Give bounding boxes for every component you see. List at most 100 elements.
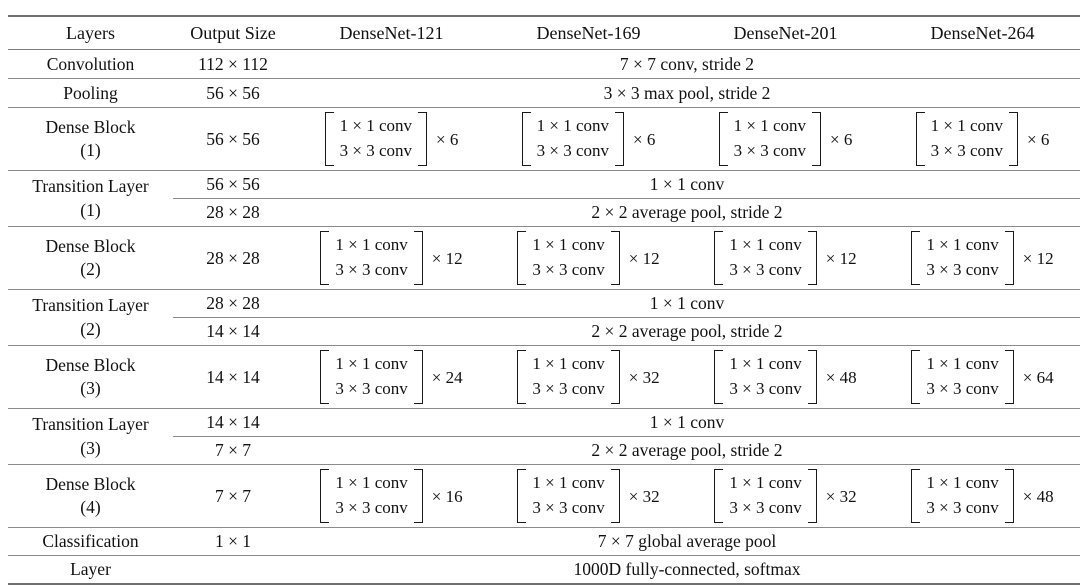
cell-layer-transition-3: Transition Layer (3): [8, 409, 173, 465]
cell-layer-dense-block-2: Dense Block (2): [8, 227, 173, 290]
dense-block-2-index: (2): [80, 259, 101, 279]
header-densenet-169: DenseNet-169: [536, 23, 641, 43]
cell-output-classification-b: [173, 556, 293, 585]
bracket-left-icon: [718, 112, 728, 166]
conv-bracket-matrix: 1 × 1 conv 3 × 3 conv: [714, 469, 817, 523]
transition-2-title: Transition Layer: [32, 295, 149, 316]
cell-layer-transition-1: Transition Layer (1): [8, 171, 173, 227]
cell-dense-block-1-densenet-121: 1 × 1 conv 3 × 3 conv × 6: [293, 108, 490, 171]
bracket-left-icon: [714, 350, 724, 404]
transition-1-title: Transition Layer: [32, 176, 149, 197]
cell-dense-block-2-densenet-264: 1 × 1 conv 3 × 3 conv × 12: [884, 227, 1080, 290]
cell-spec-classification-b: 1000D fully-connected, softmax: [573, 559, 801, 579]
repeat-multiplier: × 32: [628, 486, 660, 506]
header-layers: Layers: [66, 23, 115, 43]
conv-spec-line1: 1 × 1 conv: [339, 116, 413, 136]
conv-spec-line2: 3 × 3 conv: [335, 379, 408, 398]
dense-block-3-title: Dense Block: [45, 354, 136, 375]
bracket-left-icon: [320, 469, 330, 523]
architecture-table: Layers Output Size DenseNet-121 DenseNet…: [8, 15, 1080, 585]
cell-dense-block-1-densenet-264: 1 × 1 conv 3 × 3 conv × 6: [884, 108, 1080, 171]
transition-2-index: (2): [80, 318, 101, 339]
bracket-left-icon: [517, 469, 527, 523]
conv-spec-line2: 3 × 3 conv: [339, 141, 413, 160]
bracket-left-icon: [911, 350, 921, 404]
conv-spec-line1: 1 × 1 conv: [733, 116, 807, 136]
repeat-multiplier: × 6: [436, 129, 459, 149]
cell-dense-block-4-densenet-169: 1 × 1 conv 3 × 3 conv × 32: [490, 465, 687, 528]
cell-output-transition-1-b: 28 × 28: [206, 202, 260, 222]
conv-spec-line1: 1 × 1 conv: [335, 473, 408, 493]
cell-dense-block-3-densenet-201: 1 × 1 conv 3 × 3 conv × 48: [687, 346, 884, 409]
conv-bracket-matrix: 1 × 1 conv 3 × 3 conv: [915, 112, 1019, 166]
bracket-right-icon: [1004, 231, 1014, 285]
conv-bracket-matrix: 1 × 1 conv 3 × 3 conv: [517, 231, 620, 285]
header-densenet-121: DenseNet-121: [339, 23, 444, 43]
bracket-right-icon: [413, 231, 423, 285]
dense-block-1-title: Dense Block: [45, 116, 136, 137]
conv-spec-line2: 3 × 3 conv: [729, 498, 802, 517]
conv-spec-line2: 3 × 3 conv: [733, 141, 807, 160]
conv-spec-line1: 1 × 1 conv: [729, 354, 802, 374]
header-output-size: Output Size: [190, 23, 276, 43]
conv-bracket-matrix: 1 × 1 conv 3 × 3 conv: [911, 350, 1014, 404]
cell-output-dense-block-4: 7 × 7: [214, 485, 252, 506]
cell-layer-dense-block-3: Dense Block (3): [8, 346, 173, 409]
table-header-row: Layers Output Size DenseNet-121 DenseNet…: [8, 16, 1080, 50]
conv-bracket-matrix: 1 × 1 conv 3 × 3 conv: [521, 112, 625, 166]
transition-3-index: (3): [80, 437, 101, 458]
conv-spec-line2: 3 × 3 conv: [729, 379, 802, 398]
cell-dense-block-1-densenet-169: 1 × 1 conv 3 × 3 conv × 6: [490, 108, 687, 171]
conv-spec-line1: 1 × 1 conv: [335, 354, 408, 374]
repeat-multiplier: × 24: [431, 367, 463, 387]
conv-bracket-matrix: 1 × 1 conv 3 × 3 conv: [517, 469, 620, 523]
cell-output-pooling: 56 × 56: [206, 83, 260, 103]
bracket-right-icon: [812, 112, 822, 166]
conv-spec-line1: 1 × 1 conv: [729, 235, 802, 255]
table-row-dense-block-3: Dense Block (3) 14 × 14 1 × 1 conv 3 × 3…: [8, 346, 1080, 409]
dense-block-1-index: (1): [80, 140, 101, 160]
transition-1-index: (1): [80, 199, 101, 220]
conv-spec-line1: 1 × 1 conv: [729, 473, 802, 493]
table-row-convolution: Convolution 112 × 112 7 × 7 conv, stride…: [8, 50, 1080, 79]
cell-layer-transition-2: Transition Layer (2): [8, 290, 173, 346]
cell-spec-transition-2-a: 1 × 1 conv: [649, 293, 725, 313]
cell-dense-block-4-densenet-201: 1 × 1 conv 3 × 3 conv × 32: [687, 465, 884, 528]
dense-block-4-title: Dense Block: [45, 473, 136, 494]
table-row-pooling: Pooling 56 × 56 3 × 3 max pool, stride 2: [8, 79, 1080, 108]
conv-bracket-matrix: 1 × 1 conv 3 × 3 conv: [320, 469, 423, 523]
conv-spec-line1: 1 × 1 conv: [926, 473, 999, 493]
bracket-right-icon: [1004, 350, 1014, 404]
table-row-dense-block-2: Dense Block (2) 28 × 28 1 × 1 conv 3 × 3…: [8, 227, 1080, 290]
transition-3-title: Transition Layer: [32, 414, 149, 435]
bracket-left-icon: [517, 231, 527, 285]
conv-spec-line2: 3 × 3 conv: [532, 260, 605, 279]
cell-layer-convolution: Convolution: [46, 54, 135, 74]
bracket-left-icon: [517, 350, 527, 404]
conv-spec-line1: 1 × 1 conv: [926, 235, 999, 255]
table-row-transition-3-a: Transition Layer (3) 14 × 14 1 × 1 conv: [8, 409, 1080, 458]
conv-bracket-matrix: 1 × 1 conv 3 × 3 conv: [324, 112, 428, 166]
densenet-architecture-table: Layers Output Size DenseNet-121 DenseNet…: [8, 15, 1080, 585]
conv-spec-line2: 3 × 3 conv: [335, 498, 408, 517]
conv-spec-line2: 3 × 3 conv: [536, 141, 610, 160]
bracket-right-icon: [418, 112, 428, 166]
bracket-right-icon: [807, 350, 817, 404]
header-densenet-201: DenseNet-201: [733, 23, 838, 43]
conv-spec-line2: 3 × 3 conv: [926, 498, 999, 517]
conv-bracket-matrix: 1 × 1 conv 3 × 3 conv: [714, 350, 817, 404]
conv-spec-line2: 3 × 3 conv: [926, 379, 999, 398]
conv-spec-line1: 1 × 1 conv: [335, 235, 408, 255]
cell-dense-block-3-densenet-121: 1 × 1 conv 3 × 3 conv × 24: [293, 346, 490, 409]
bracket-right-icon: [1009, 112, 1019, 166]
repeat-multiplier: × 12: [825, 248, 857, 268]
conv-spec-line1: 1 × 1 conv: [930, 116, 1004, 136]
cell-dense-block-1-densenet-201: 1 × 1 conv 3 × 3 conv × 6: [687, 108, 884, 171]
repeat-multiplier: × 6: [1027, 129, 1050, 149]
conv-spec-line1: 1 × 1 conv: [926, 354, 999, 374]
cell-layer-classification-title: Classification: [42, 531, 139, 551]
conv-bracket-matrix: 1 × 1 conv 3 × 3 conv: [517, 350, 620, 404]
conv-bracket-matrix: 1 × 1 conv 3 × 3 conv: [718, 112, 822, 166]
conv-spec-line1: 1 × 1 conv: [532, 354, 605, 374]
table-row-classification-a: Classification 1 × 1 7 × 7 global averag…: [8, 528, 1080, 556]
